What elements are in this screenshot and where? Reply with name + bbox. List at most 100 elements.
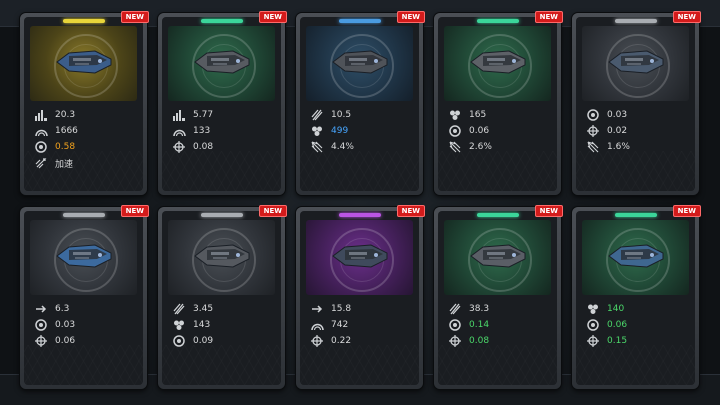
new-badge: NEW xyxy=(672,11,701,23)
stats-list: 6.3 0.03 0.06 xyxy=(34,301,137,349)
ship-art xyxy=(168,220,275,295)
hex-pattern xyxy=(24,345,143,385)
ship-card[interactable]: 15.8 742 0.22 NEW xyxy=(296,205,425,389)
ship-card[interactable]: 10.5 499 4.4% NEW xyxy=(296,11,425,195)
new-badge: NEW xyxy=(534,11,563,23)
cluster-icon xyxy=(172,319,186,331)
ship-image xyxy=(329,45,391,83)
ship-art xyxy=(306,26,413,101)
stat-row: 143 xyxy=(172,317,275,333)
ship-card[interactable]: 3.45 143 0.09 NEW xyxy=(158,205,287,389)
stat-row: 15.8 xyxy=(310,301,413,317)
new-badge: NEW xyxy=(120,205,149,217)
stat-value: 0.14 xyxy=(469,320,490,330)
ship-card[interactable]: 165 0.06 2.6% NEW xyxy=(434,11,563,195)
stat-value: 0.03 xyxy=(55,320,76,330)
hex-pattern xyxy=(300,345,419,385)
hex-pattern xyxy=(438,151,557,191)
stat-value: 0.06 xyxy=(469,126,490,136)
ship-art xyxy=(444,26,551,101)
rarity-bar xyxy=(62,213,105,217)
stat-row: 0.06 xyxy=(448,123,551,139)
stat-row: 499 xyxy=(310,123,413,139)
rarity-bar xyxy=(614,213,657,217)
new-badge: NEW xyxy=(258,11,287,23)
stat-row: 10.5 xyxy=(310,107,413,123)
stat-row: 3.45 xyxy=(172,301,275,317)
ship-art xyxy=(306,220,413,295)
stats-list: 38.3 0.14 0.08 xyxy=(448,301,551,349)
crosshair-icon xyxy=(586,125,600,137)
rarity-bar xyxy=(476,19,519,23)
ship-art xyxy=(444,220,551,295)
stats-list: 165 0.06 2.6% xyxy=(448,107,551,155)
hex-pattern xyxy=(576,345,695,385)
stat-value: 0.06 xyxy=(607,320,628,330)
card-body: 10.5 499 4.4% xyxy=(300,17,419,191)
ship-image xyxy=(53,239,115,277)
card-body: 20.3 1666 0.58 加速 xyxy=(24,17,143,191)
stat-value: 10.5 xyxy=(331,110,352,120)
ship-image xyxy=(191,45,253,83)
armor-dome-icon xyxy=(172,125,186,137)
ship-image xyxy=(467,45,529,83)
stat-value: 143 xyxy=(193,320,211,330)
card-body: 3.45 143 0.09 xyxy=(162,211,281,385)
stat-value: 140 xyxy=(607,304,625,314)
stat-value: 742 xyxy=(331,320,349,330)
stat-value: 5.77 xyxy=(193,110,214,120)
gear-icon xyxy=(448,319,462,331)
ship-image xyxy=(53,45,115,83)
stat-row: 165 xyxy=(448,107,551,123)
hex-pattern xyxy=(576,151,695,191)
stat-row: 0.03 xyxy=(586,107,689,123)
rarity-bar xyxy=(614,19,657,23)
stats-list: 5.77 133 0.08 xyxy=(172,107,275,155)
stat-row: 140 xyxy=(586,301,689,317)
gear-icon xyxy=(448,125,462,137)
new-badge: NEW xyxy=(258,205,287,217)
stat-row: 742 xyxy=(310,317,413,333)
ship-card[interactable]: 6.3 0.03 0.06 NEW xyxy=(20,205,149,389)
ship-card[interactable]: 38.3 0.14 0.08 NEW xyxy=(434,205,563,389)
ship-card[interactable]: 5.77 133 0.08 NEW xyxy=(158,11,287,195)
card-body: 6.3 0.03 0.06 xyxy=(24,211,143,385)
hex-pattern xyxy=(162,151,281,191)
hex-pattern xyxy=(438,345,557,385)
stat-row: 0.03 xyxy=(34,317,137,333)
rarity-bar xyxy=(62,19,105,23)
card-body: 165 0.06 2.6% xyxy=(438,17,557,191)
new-badge: NEW xyxy=(396,205,425,217)
ship-art xyxy=(582,220,689,295)
stat-value: 0.02 xyxy=(607,126,628,136)
gear-icon xyxy=(586,109,600,121)
ship-art xyxy=(168,26,275,101)
card-body: 0.03 0.02 1.6% xyxy=(576,17,695,191)
new-badge: NEW xyxy=(672,205,701,217)
ship-card[interactable]: 0.03 0.02 1.6% NEW xyxy=(572,11,701,195)
hex-pattern xyxy=(300,151,419,191)
ship-card[interactable]: 20.3 1666 0.58 加速 NEW xyxy=(20,11,149,195)
power-bars-icon xyxy=(34,109,48,121)
stat-row: 0.02 xyxy=(586,123,689,139)
stat-value: 0.03 xyxy=(607,110,628,120)
new-badge: NEW xyxy=(120,11,149,23)
stats-list: 3.45 143 0.09 xyxy=(172,301,275,349)
gear-icon xyxy=(34,319,48,331)
rarity-bar xyxy=(200,19,243,23)
rarity-bar xyxy=(200,213,243,217)
ship-card[interactable]: 140 0.06 0.15 NEW xyxy=(572,205,701,389)
stats-list: 140 0.06 0.15 xyxy=(586,301,689,349)
arrow-icon xyxy=(34,303,48,315)
power-bars-icon xyxy=(172,109,186,121)
gear-icon xyxy=(586,319,600,331)
card-body: 38.3 0.14 0.08 xyxy=(438,211,557,385)
stat-row: 0.14 xyxy=(448,317,551,333)
card-grid: 20.3 1666 0.58 加速 NEW 5.77 133 0.08 NEW … xyxy=(20,11,710,398)
rarity-bar xyxy=(338,213,381,217)
stat-value: 499 xyxy=(331,126,349,136)
lightning-icon xyxy=(448,303,462,315)
new-badge: NEW xyxy=(396,11,425,23)
ship-image xyxy=(191,239,253,277)
arrow-icon xyxy=(310,303,324,315)
